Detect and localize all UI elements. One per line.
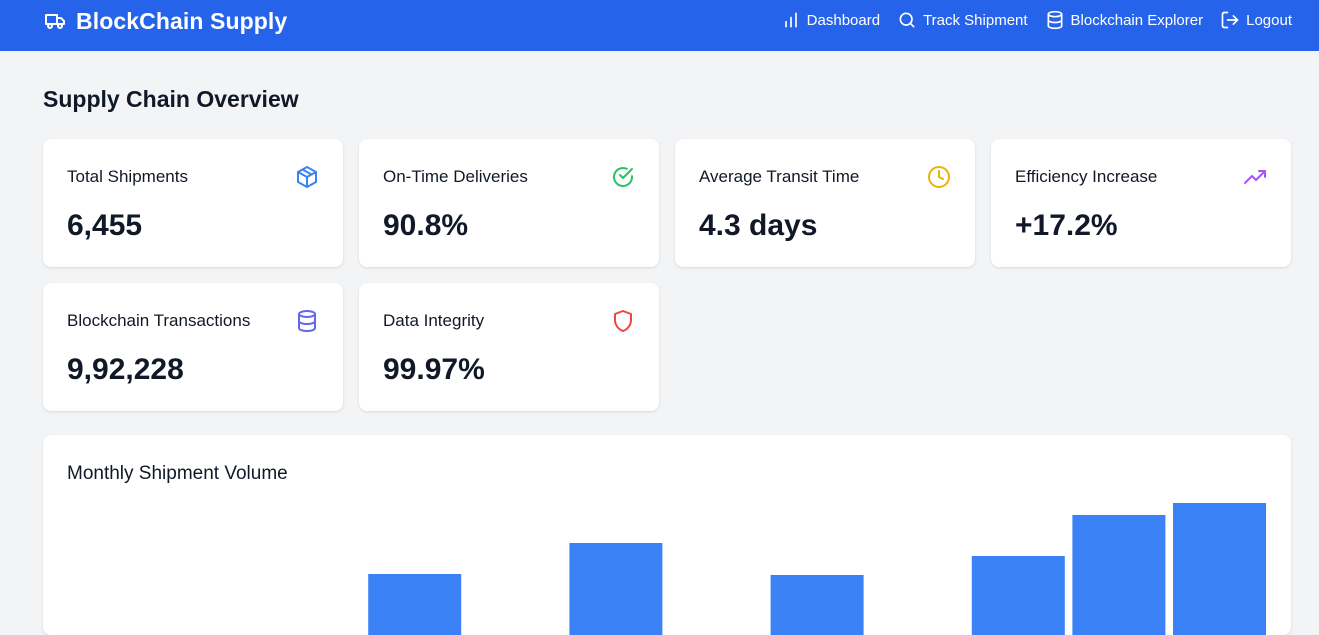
database-icon — [295, 309, 319, 333]
stat-value: 6,455 — [67, 209, 143, 242]
chart-bar[interactable] — [971, 556, 1065, 635]
monthly-shipment-volume-chart: Monthly Shipment Volume — [43, 435, 1291, 635]
stat-label: Blockchain Transactions — [67, 311, 251, 330]
chart-svg — [368, 503, 1266, 635]
chart-bar[interactable] — [1173, 503, 1266, 635]
truck-icon — [43, 9, 67, 33]
stat-card-blockchain-transactions: Blockchain Transactions 9,92,228 — [43, 283, 343, 411]
nav-dashboard-label: Dashboard — [806, 11, 881, 29]
nav-track-shipment-label: Track Shipment — [923, 11, 1028, 29]
nav-logout[interactable]: Logout — [1220, 10, 1292, 30]
check-circle-icon — [611, 165, 635, 189]
stat-label: On-Time Deliveries — [383, 167, 528, 186]
nav-blockchain-explorer[interactable]: Blockchain Explorer — [1045, 10, 1204, 30]
chart-bar[interactable] — [770, 575, 864, 635]
stat-card-efficiency-increase: Efficiency Increase +17.2% — [991, 139, 1291, 267]
brand[interactable]: BlockChain Supply — [43, 6, 287, 36]
stat-card-data-integrity: Data Integrity 99.97% — [359, 283, 659, 411]
stat-value: 99.97% — [383, 353, 485, 386]
stat-label: Total Shipments — [67, 167, 188, 186]
database-icon — [1045, 10, 1065, 30]
shield-icon — [611, 309, 635, 333]
stat-value: +17.2% — [1015, 209, 1118, 242]
clock-icon — [927, 165, 951, 189]
chart-bar[interactable] — [1072, 515, 1166, 635]
package-icon — [295, 165, 319, 189]
nav-blockchain-explorer-label: Blockchain Explorer — [1070, 11, 1204, 29]
stat-card-on-time-deliveries: On-Time Deliveries 90.8% — [359, 139, 659, 267]
chart-bar[interactable] — [368, 574, 462, 635]
nav-dashboard[interactable]: Dashboard — [781, 10, 880, 30]
bar-chart-icon — [781, 10, 801, 30]
chart-bar[interactable] — [569, 543, 663, 635]
brand-title: BlockChain Supply — [76, 7, 288, 34]
search-icon — [897, 10, 917, 30]
stat-card-average-transit-time: Average Transit Time 4.3 days — [675, 139, 975, 267]
nav-logout-label: Logout — [1246, 11, 1292, 29]
top-navbar: BlockChain Supply Dashboard Track Shipme… — [0, 0, 1319, 51]
stat-value: 4.3 days — [699, 209, 818, 242]
trending-up-icon — [1243, 165, 1267, 189]
stat-value: 90.8% — [383, 209, 469, 242]
stat-value: 9,92,228 — [67, 353, 184, 386]
main-nav: Dashboard Track Shipment Blockchain Expl… — [781, 7, 1292, 33]
stat-label: Average Transit Time — [699, 167, 860, 186]
logout-icon — [1220, 10, 1240, 30]
nav-track-shipment[interactable]: Track Shipment — [897, 10, 1028, 30]
stat-card-total-shipments: Total Shipments 6,455 — [43, 139, 343, 267]
stat-label: Data Integrity — [383, 311, 485, 330]
page-title: Supply Chain Overview — [43, 86, 299, 112]
stat-label: Efficiency Increase — [1015, 167, 1158, 186]
